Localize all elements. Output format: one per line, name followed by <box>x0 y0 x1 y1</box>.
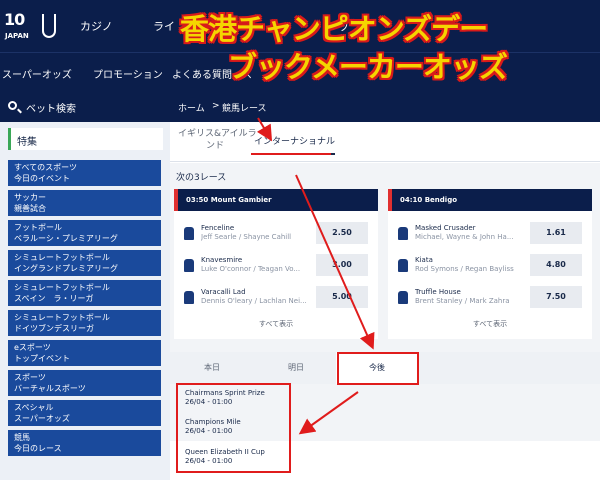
runner-name: Truffle House <box>415 288 461 296</box>
next-races-title: 次の3レース <box>176 173 227 183</box>
annotation-title-line1: 香港チャンピオンズデー <box>180 12 488 46</box>
runner-name: Masked Crusader <box>415 224 476 232</box>
nav-casino[interactable]: カジノ <box>80 18 113 34</box>
tab-label: イギリス&アイルラ <box>178 129 257 139</box>
juventus-logo-icon <box>42 14 56 38</box>
runner-row: Kiata Rod Symons / Regan Bayliss 4.80 <box>388 251 592 285</box>
sidebar-item-sublabel: トップイベント <box>14 354 70 363</box>
sidebar-item-label: シミュレートフットボール <box>14 253 110 262</box>
show-all-link[interactable]: すべて表示 <box>388 319 592 329</box>
sidebar-item-label: 競馬 <box>14 433 30 442</box>
breadcrumb: ホーム > 競馬レース <box>170 92 600 122</box>
breadcrumb-home[interactable]: ホーム <box>178 101 205 114</box>
tab-label-continued: ンド <box>206 141 225 151</box>
sidebar-item-sim-laliga[interactable]: シミュレートフットボール スペイン ラ・リーガ <box>8 280 161 306</box>
sidebar-item-horse-racing[interactable]: 競馬 今日のレース <box>8 430 161 456</box>
jockey-silk-icon <box>398 227 408 240</box>
sidebar-item-label: フットボール <box>14 223 62 232</box>
runner-jockeys: Luke O'connor / Teagan Vo... <box>201 265 301 273</box>
sidebar-item-esports[interactable]: eスポーツ トップイベント <box>8 340 161 366</box>
tab-uk-ireland[interactable]: イギリス&アイルラ ンド <box>178 128 257 152</box>
site-logo[interactable]: 10 JAPAN <box>2 8 40 46</box>
jockey-silk-icon <box>184 227 194 240</box>
sidebar-item-label: シミュレートフットボール <box>14 283 110 292</box>
runner-row: Truffle House Brent Stanley / Mark Zahra… <box>388 283 592 317</box>
annotation-highlight-events <box>176 383 291 473</box>
sidebar-item-football-belarus[interactable]: フットボール ベラルーシ・プレミアリーグ <box>8 220 161 246</box>
sidebar-item-label: サッカー <box>14 193 46 202</box>
sidebar-item-sublabel: 今日のイベント <box>14 174 70 183</box>
runner-jockeys: Michael, Wayne & John Ha... <box>415 233 514 241</box>
race-header[interactable]: 03:50 Mount Gambier <box>174 189 378 211</box>
sidebar-item-sublabel: 今日のレース <box>14 444 62 453</box>
race-header[interactable]: 04:10 Bendigo <box>388 189 592 211</box>
runner-name: Varacalli Lad <box>201 288 246 296</box>
jockey-silk-icon <box>398 259 408 272</box>
odds-button[interactable]: 5.00 <box>316 286 368 308</box>
breadcrumb-separator: > <box>212 101 220 111</box>
annotation-title-line2: ブックメーカーオッズ <box>228 50 508 84</box>
runner-name: Fenceline <box>201 224 235 232</box>
annotation-highlight-tab <box>337 352 419 385</box>
sidebar-item-label: スポーツ <box>14 373 46 382</box>
sidebar-featured-header: 特集 <box>8 128 163 150</box>
runner-row: Knavesmire Luke O'connor / Teagan Vo... … <box>174 251 378 285</box>
runner-row: Masked Crusader Michael, Wayne & John Ha… <box>388 219 592 253</box>
sidebar-item-sublabel: ベラルーシ・プレミアリーグ <box>14 234 118 243</box>
search-icon <box>8 101 17 110</box>
sidebar-item-soccer[interactable]: サッカー 親善試合 <box>8 190 161 216</box>
odds-button[interactable]: 1.61 <box>530 222 582 244</box>
subnav-promotions[interactable]: プロモーション <box>93 66 163 81</box>
race-card: 04:10 Bendigo Masked Crusader Michael, W… <box>388 189 592 339</box>
sidebar-item-label: すべてのスポーツ <box>14 163 77 172</box>
sidebar-item-sublabel: スペイン ラ・リーガ <box>14 294 94 303</box>
subnav-super-odds[interactable]: スーパーオッズ <box>2 66 72 81</box>
show-all-link[interactable]: すべて表示 <box>174 319 378 329</box>
runner-jockeys: Rod Symons / Regan Bayliss <box>415 265 514 273</box>
nav-live[interactable]: ライ <box>153 18 175 34</box>
jockey-silk-icon <box>184 259 194 272</box>
logo-subtext: JAPAN <box>5 32 29 40</box>
runner-row: Varacalli Lad Dennis O'leary / Lachlan N… <box>174 283 378 317</box>
sidebar-item-label: シミュレートフットボール <box>14 313 110 322</box>
runner-jockeys: Jeff Searle / Shayne Cahill <box>201 233 292 241</box>
sidebar-item-sublabel: ドイツブンデスリーガ <box>14 324 94 333</box>
logo-text: 10 <box>4 10 25 29</box>
runner-jockeys: Brent Stanley / Mark Zahra <box>415 297 510 305</box>
subnav-faq[interactable]: よくある質問 <box>172 66 232 81</box>
sidebar-item-label: スペシャル <box>14 403 54 412</box>
sidebar-item-all-sports[interactable]: すべてのスポーツ 今日のイベント <box>8 160 161 186</box>
sidebar-item-virtual-sports[interactable]: スポーツ バーチャルスポーツ <box>8 370 161 396</box>
tab-tomorrow[interactable]: 明日 <box>254 352 338 384</box>
sidebar-item-special[interactable]: スペシャル スーパーオッズ <box>8 400 161 426</box>
sidebar-item-sim-bundesliga[interactable]: シミュレートフットボール ドイツブンデスリーガ <box>8 310 161 336</box>
runner-row: Fenceline Jeff Searle / Shayne Cahill 2.… <box>174 219 378 253</box>
sidebar-item-sublabel: バーチャルスポーツ <box>14 384 86 393</box>
sidebar-item-sublabel: 親善試合 <box>14 204 46 213</box>
sidebar-item-sublabel: イングランドプレミアリーグ <box>14 264 118 273</box>
tab-international[interactable]: インターナショナル <box>254 134 336 155</box>
runner-jockeys: Dennis O'leary / Lachlan Nei... <box>201 297 307 305</box>
sidebar-item-sublabel: スーパーオッズ <box>14 414 70 423</box>
region-tabs: イギリス&アイルラ ンド インターナショナル <box>170 122 600 162</box>
odds-button[interactable]: 3.00 <box>316 254 368 276</box>
annotation-underline <box>251 153 331 155</box>
odds-button[interactable]: 7.50 <box>530 286 582 308</box>
jockey-silk-icon <box>398 291 408 304</box>
jockey-silk-icon <box>184 291 194 304</box>
bet-search[interactable]: ベット検索 <box>0 92 170 122</box>
tab-today[interactable]: 本日 <box>170 352 254 384</box>
runner-name: Kiata <box>415 256 433 264</box>
breadcrumb-current: 競馬レース <box>222 104 267 114</box>
sidebar: ベット検索 特集 すべてのスポーツ 今日のイベント サッカー 親善試合 フットボ… <box>0 92 170 480</box>
race-card: 03:50 Mount Gambier Fenceline Jeff Searl… <box>174 189 378 339</box>
search-label: ベット検索 <box>26 104 76 115</box>
odds-button[interactable]: 2.50 <box>316 222 368 244</box>
odds-button[interactable]: 4.80 <box>530 254 582 276</box>
sidebar-item-sim-premier[interactable]: シミュレートフットボール イングランドプレミアリーグ <box>8 250 161 276</box>
runner-name: Knavesmire <box>201 256 243 264</box>
sidebar-item-label: eスポーツ <box>14 343 51 352</box>
